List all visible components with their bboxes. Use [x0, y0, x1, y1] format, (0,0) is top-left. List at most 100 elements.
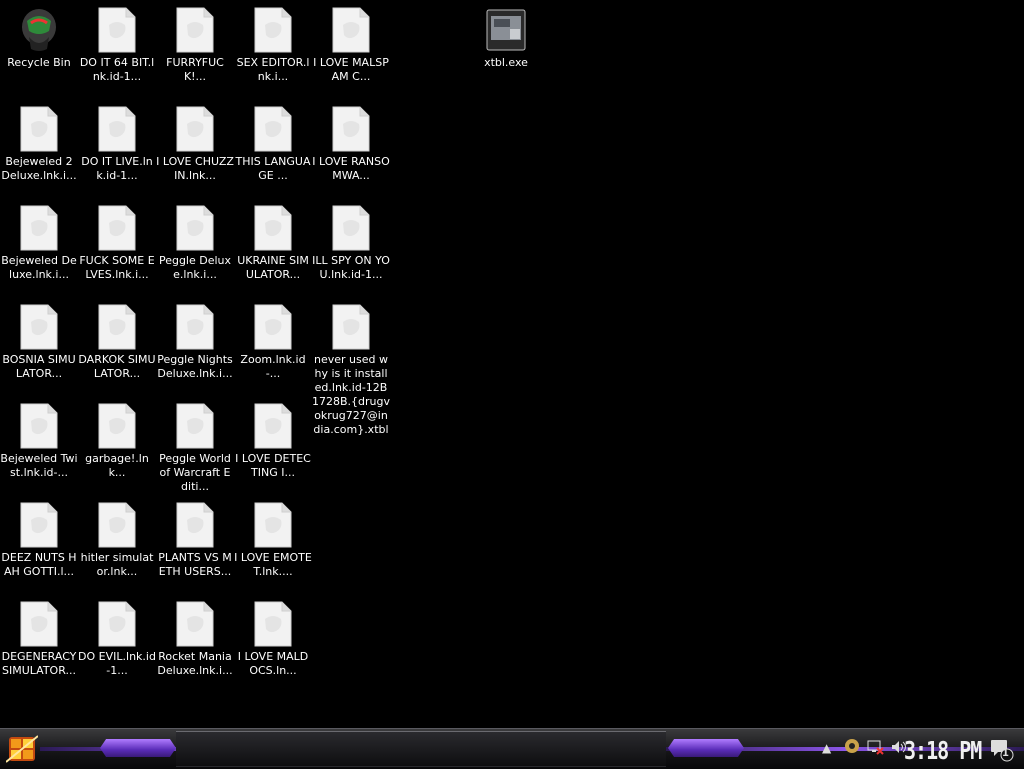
blank-file-icon [249, 501, 297, 549]
blank-file-icon [15, 600, 63, 648]
desktop-icon-label: I LOVE RANSOMWA... [312, 155, 390, 182]
desktop-icon-label: Rocket Mania Deluxe.lnk.i... [157, 650, 233, 677]
desktop-icon-label: DO IT 64 BIT.lnk.id-1... [79, 56, 155, 83]
desktop-icon-label: never used why is it installed.lnk.id-12… [312, 353, 391, 436]
blank-file-icon [93, 204, 141, 252]
file-desktop-icon[interactable]: DARKOK SIMULATOR... [78, 303, 156, 381]
file-desktop-icon[interactable]: Bejeweled Twist.lnk.id-... [0, 402, 78, 480]
blank-file-icon [93, 501, 141, 549]
clock[interactable]: 3:18 PM [904, 735, 982, 765]
start-button[interactable] [5, 734, 39, 764]
file-desktop-icon[interactable]: Peggle World of Warcraft Editi... [156, 402, 234, 494]
taskbar: ▲ 1 3:18 PM [0, 728, 1024, 769]
blank-file-icon [249, 6, 297, 54]
blank-file-icon [15, 501, 63, 549]
file-desktop-icon[interactable]: I LOVE CHUZZIN.lnk... [156, 105, 234, 183]
recycle-bin-icon [15, 6, 63, 54]
desktop-icon-label: FUCK SOME ELVES.lnk.i... [79, 254, 155, 281]
file-desktop-icon[interactable]: FUCK SOME ELVES.lnk.i... [78, 204, 156, 282]
exe-desktop-icon[interactable]: xtbl.exe [467, 6, 545, 70]
file-desktop-icon[interactable]: DO EVIL.lnk.id-1... [78, 600, 156, 678]
network-disconnected-icon[interactable] [866, 739, 884, 758]
file-desktop-icon[interactable]: SEX EDITOR.lnk.i... [234, 6, 312, 84]
desktop-icon-label: DARKOK SIMULATOR... [78, 353, 156, 380]
desktop-icon-label: xtbl.exe [484, 56, 528, 69]
blank-file-icon [15, 204, 63, 252]
blank-file-icon [15, 303, 63, 351]
file-desktop-icon[interactable]: FURRYFUCK!... [156, 6, 234, 84]
recycle-bin-desktop-icon[interactable]: Recycle Bin [0, 6, 78, 70]
blank-file-icon [327, 303, 375, 351]
desktop-icon-label: I LOVE CHUZZIN.lnk... [156, 155, 234, 182]
blank-file-icon [171, 204, 219, 252]
desktop-icon-label: Peggle World of Warcraft Editi... [159, 452, 231, 493]
file-desktop-icon[interactable]: UKRAINE SIMULATOR... [234, 204, 312, 282]
show-hidden-icons-chevron-icon[interactable]: ▲ [822, 741, 831, 755]
file-desktop-icon[interactable]: I LOVE MALSPAM C... [312, 6, 390, 84]
desktop-icon-label: Peggle Nights Deluxe.lnk.i... [157, 353, 233, 380]
file-desktop-icon[interactable]: Zoom.lnk.id-... [234, 303, 312, 381]
application-icon [482, 6, 530, 54]
file-desktop-icon[interactable]: DEGENERACY SIMULATOR... [0, 600, 78, 678]
blank-file-icon [327, 6, 375, 54]
file-desktop-icon[interactable]: ILL SPY ON YOU.lnk.id-1... [312, 204, 390, 282]
file-desktop-icon[interactable]: never used why is it installed.lnk.id-12… [312, 303, 390, 437]
task-area[interactable] [176, 731, 666, 767]
file-desktop-icon[interactable]: THIS LANGUAGE ... [234, 105, 312, 183]
blank-file-icon [327, 105, 375, 153]
file-desktop-icon[interactable]: I LOVE MALDOCS.ln... [234, 600, 312, 678]
desktop-icon-label: Bejeweled Deluxe.lnk.i... [1, 254, 77, 281]
desktop-icon-label: DEEZ NUTS HAH GOTTI.l... [1, 551, 77, 578]
blank-file-icon [249, 105, 297, 153]
blank-file-icon [249, 402, 297, 450]
desktop-icon-label: BOSNIA SIMULATOR... [2, 353, 76, 380]
blank-file-icon [93, 6, 141, 54]
desktop-icon-label: DO IT LIVE.lnk.id-1... [81, 155, 153, 182]
blank-file-icon [171, 402, 219, 450]
file-desktop-icon[interactable]: PLANTS VS METH USERS... [156, 501, 234, 579]
desktop-icon-label: FURRYFUCK!... [166, 56, 224, 83]
file-desktop-icon[interactable]: DEEZ NUTS HAH GOTTI.l... [0, 501, 78, 579]
taskbar-accent-right [668, 739, 744, 757]
desktop-icon-label: PLANTS VS METH USERS... [158, 551, 232, 578]
blank-file-icon [171, 105, 219, 153]
desktop-icon-label: DEGENERACY SIMULATOR... [1, 650, 77, 677]
media-player-icon[interactable] [844, 738, 860, 757]
file-desktop-icon[interactable]: DO IT 64 BIT.lnk.id-1... [78, 6, 156, 84]
blank-file-icon [93, 402, 141, 450]
file-desktop-icon[interactable]: BOSNIA SIMULATOR... [0, 303, 78, 381]
desktop-icon-label: Zoom.lnk.id-... [240, 353, 306, 380]
blank-file-icon [171, 600, 219, 648]
blank-file-icon [171, 303, 219, 351]
desktop-icon-label: I LOVE DETECTING I... [235, 452, 311, 479]
blank-file-icon [249, 600, 297, 648]
blank-file-icon [93, 600, 141, 648]
notification-count: 1 [1002, 748, 1009, 759]
blank-file-icon [15, 105, 63, 153]
desktop-icon-label: garbage!.lnk... [85, 452, 149, 479]
start-orb-icon [5, 735, 39, 763]
file-desktop-icon[interactable]: Peggle Deluxe.lnk.i... [156, 204, 234, 282]
desktop-icon-label: ILL SPY ON YOU.lnk.id-1... [312, 254, 390, 281]
file-desktop-icon[interactable]: I LOVE RANSOMWA... [312, 105, 390, 183]
desktop-icon-label: Bejeweled Twist.lnk.id-... [0, 452, 78, 479]
file-desktop-icon[interactable]: hitler simulator.lnk... [78, 501, 156, 579]
file-desktop-icon[interactable]: Rocket Mania Deluxe.lnk.i... [156, 600, 234, 678]
desktop-icon-label: Recycle Bin [7, 56, 71, 69]
desktop-icon-label: THIS LANGUAGE ... [235, 155, 311, 182]
file-desktop-icon[interactable]: Bejeweled 2 Deluxe.lnk.i... [0, 105, 78, 183]
desktop-icon-label: UKRAINE SIMULATOR... [237, 254, 309, 281]
file-desktop-icon[interactable]: I LOVE DETECTING I... [234, 402, 312, 480]
file-desktop-icon[interactable]: garbage!.lnk... [78, 402, 156, 480]
blank-file-icon [171, 501, 219, 549]
desktop-icon-label: I LOVE MALSPAM C... [313, 56, 389, 83]
blank-file-icon [93, 105, 141, 153]
file-desktop-icon[interactable]: Bejeweled Deluxe.lnk.i... [0, 204, 78, 282]
blank-file-icon [249, 204, 297, 252]
file-desktop-icon[interactable]: DO IT LIVE.lnk.id-1... [78, 105, 156, 183]
file-desktop-icon[interactable]: I LOVE EMOTET.lnk.... [234, 501, 312, 579]
desktop: Recycle Bin DO IT 64 BIT.lnk.id-1... FURRY… [0, 0, 1024, 728]
file-desktop-icon[interactable]: Peggle Nights Deluxe.lnk.i... [156, 303, 234, 381]
desktop-icon-label: Bejeweled 2 Deluxe.lnk.i... [1, 155, 77, 182]
desktop-icon-label: I LOVE MALDOCS.ln... [237, 650, 309, 677]
